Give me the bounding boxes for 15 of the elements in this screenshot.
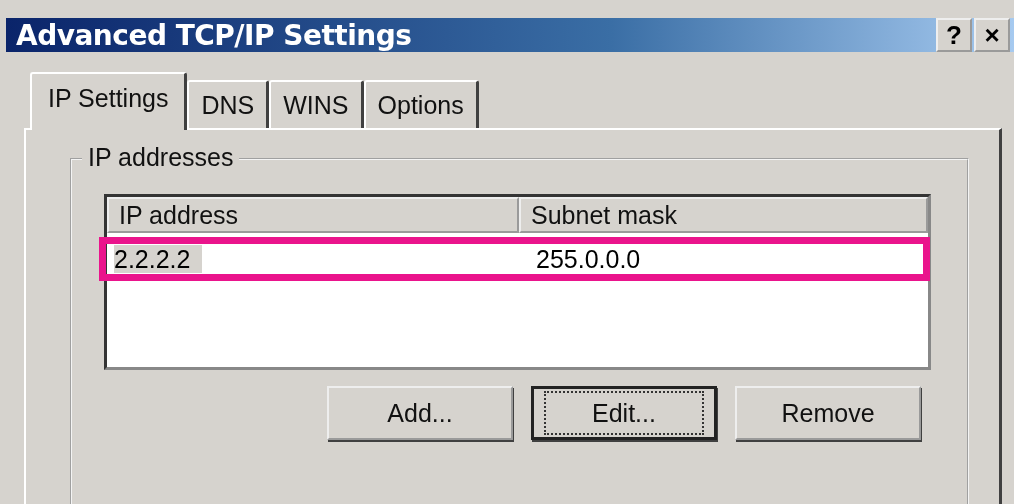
dialog-button[interactable]: Remove	[735, 386, 921, 440]
table-cell: 2.2.2.2	[114, 244, 203, 273]
close-button[interactable]: ×	[974, 18, 1010, 52]
table-row[interactable]: 2.2.2.2 255.0.0.0	[99, 237, 930, 281]
table-cell: 255.0.0.0	[536, 244, 641, 273]
dialog-button[interactable]: Edit...	[531, 386, 717, 440]
column-header[interactable]: IP address	[107, 197, 519, 233]
window-title: Advanced TCP/IP Settings	[16, 18, 412, 52]
column-header[interactable]: Subnet mask	[519, 197, 928, 233]
tab[interactable]: WINS	[269, 80, 364, 128]
tab[interactable]: DNS	[187, 80, 270, 128]
tab[interactable]: IP Settings	[30, 72, 188, 130]
tab[interactable]: Options	[363, 80, 479, 128]
help-button[interactable]: ?	[936, 18, 972, 52]
dialog-button[interactable]: Add...	[327, 386, 513, 440]
